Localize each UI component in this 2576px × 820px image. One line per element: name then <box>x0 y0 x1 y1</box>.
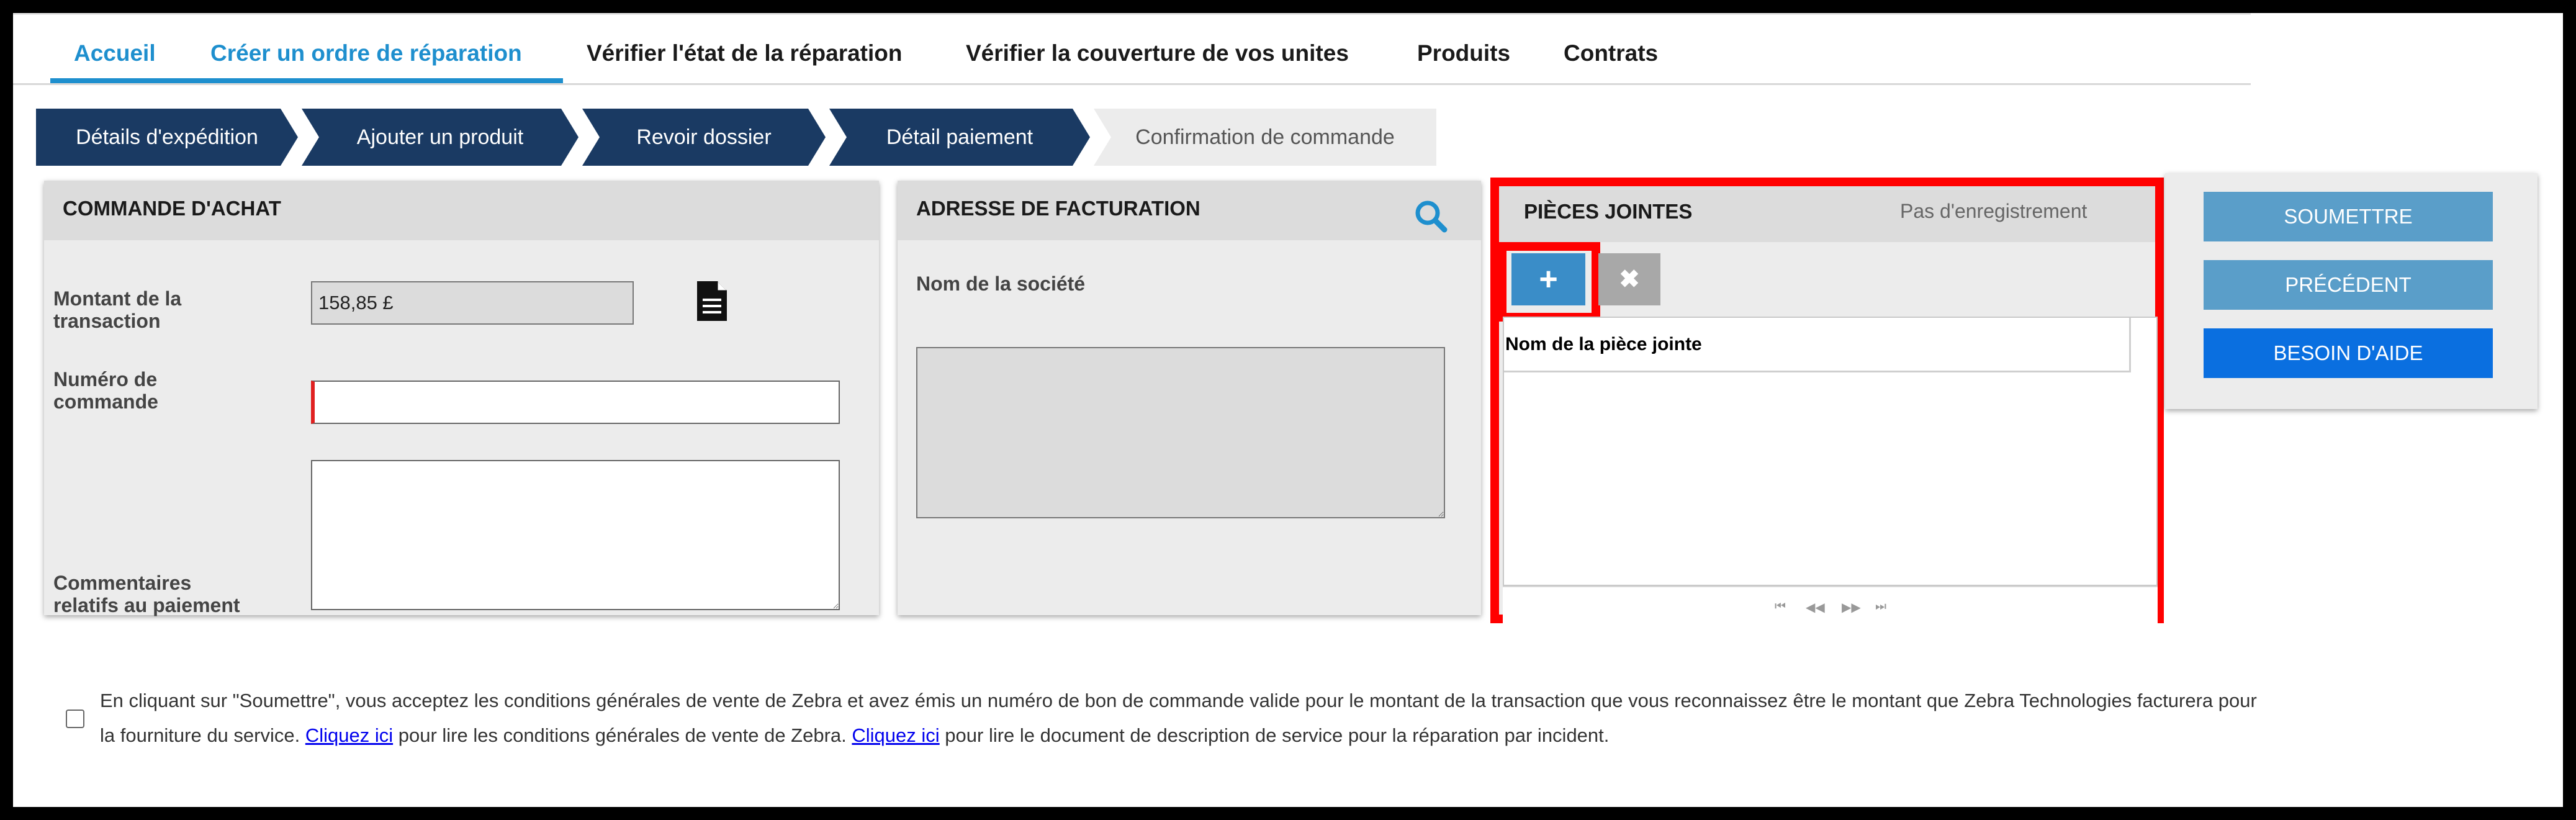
submit-button[interactable]: SOUMETTRE <box>2204 192 2493 241</box>
nav-check-coverage[interactable]: Vérifier la couverture de vos unites <box>966 29 1349 82</box>
step-review-file[interactable]: Revoir dossier <box>582 109 826 166</box>
last-page-icon[interactable]: ⏭ <box>1875 600 1886 614</box>
order-number-input[interactable] <box>311 381 840 424</box>
next-page-icon[interactable]: ▶▶ <box>1842 600 1861 615</box>
label-line: commande <box>53 390 158 413</box>
payment-comments-textarea[interactable] <box>311 460 840 610</box>
terms-text-part: pour lire les conditions générales de ve… <box>393 724 852 746</box>
panel-title: COMMANDE D'ACHAT <box>63 197 281 220</box>
checkout-steps: Détails d'expédition Ajouter un produit … <box>36 109 1436 166</box>
purchase-order-panel: COMMANDE D'ACHAT Montant de la transacti… <box>44 181 879 616</box>
previous-button[interactable]: PRÉCÉDENT <box>2204 260 2493 310</box>
comments-label: Commentaires relatifs au paiement <box>53 572 240 616</box>
amount-field: 158,85 £ <box>311 281 634 325</box>
add-attachment-button[interactable]: + <box>1511 253 1585 305</box>
attachments-panel-highlight: PIÈCES JOINTES Pas d'enregistrement + ✖ … <box>1490 178 2164 629</box>
step-label: Détails d'expédition <box>76 125 258 149</box>
remove-attachment-button[interactable]: ✖ <box>1598 253 1660 305</box>
order-number-label: Numéro de commande <box>53 368 158 413</box>
label-line: relatifs au paiement <box>53 594 240 616</box>
company-name-label: Nom de la société <box>916 273 1086 295</box>
panel-header: ADRESSE DE FACTURATION <box>898 181 1481 240</box>
step-shipping-details[interactable]: Détails d'expédition <box>36 109 298 166</box>
step-label: Revoir dossier <box>636 125 772 149</box>
attachments-grid: Nom de la pièce jointe <box>1503 317 2158 586</box>
nav-products[interactable]: Produits <box>1417 29 1510 82</box>
page-frame: Accueil Créer un ordre de réparation Vér… <box>13 13 2563 807</box>
nav-home[interactable]: Accueil <box>74 29 156 82</box>
label-line: transaction <box>53 310 161 332</box>
nav-check-repair-status[interactable]: Vérifier l'état de la réparation <box>587 29 902 82</box>
nav-create-repair-order[interactable]: Créer un ordre de réparation <box>210 29 522 82</box>
terms-link-conditions[interactable]: Cliquez ici <box>305 724 393 746</box>
step-payment-details[interactable]: Détail paiement <box>829 109 1090 166</box>
billing-address-textarea <box>916 347 1445 518</box>
document-icon[interactable] <box>696 280 728 322</box>
first-page-icon[interactable]: ⏮ <box>1775 600 1786 614</box>
step-label: Ajouter un produit <box>356 125 524 149</box>
active-tab-indicator <box>50 78 563 83</box>
attachment-name-column-header: Nom de la pièce jointe <box>1505 334 1702 354</box>
top-navigation: Accueil Créer un ordre de réparation Vér… <box>13 13 2251 85</box>
amount-label: Montant de la transaction <box>53 287 181 332</box>
label-line: Montant de la <box>53 287 182 310</box>
terms-text-part: pour lire le document de description de … <box>939 724 1610 746</box>
label-line: Commentaires <box>53 572 192 594</box>
terms-link-service-description[interactable]: Cliquez ici <box>852 724 939 746</box>
search-icon[interactable] <box>1414 199 1448 233</box>
grid-pager: ⏮ ◀◀ ▶▶ ⏭ <box>1503 586 2158 629</box>
attachments-status: Pas d'enregistrement <box>1900 200 2087 222</box>
attachments-title: PIÈCES JOINTES <box>1524 200 1693 223</box>
grid-header: Nom de la pièce jointe <box>1504 318 2131 372</box>
action-panel: SOUMETTRE PRÉCÉDENT BESOIN D'AIDE <box>2165 173 2538 409</box>
billing-address-panel: ADRESSE DE FACTURATION Nom de la société <box>898 181 1481 615</box>
terms-checkbox[interactable] <box>66 710 84 728</box>
step-label: Confirmation de commande <box>1135 125 1395 149</box>
label-line: Numéro de <box>53 368 158 390</box>
nav-contracts[interactable]: Contrats <box>1564 29 1658 82</box>
previous-page-icon[interactable]: ◀◀ <box>1806 600 1825 615</box>
panel-header: COMMANDE D'ACHAT <box>44 181 879 240</box>
panel-title: ADRESSE DE FACTURATION <box>916 197 1200 220</box>
help-button[interactable]: BESOIN D'AIDE <box>2204 328 2493 378</box>
terms-text: En cliquant sur "Soumettre", vous accept… <box>100 683 2272 753</box>
step-add-product[interactable]: Ajouter un produit <box>302 109 579 166</box>
step-order-confirmation: Confirmation de commande <box>1094 109 1436 166</box>
step-label: Détail paiement <box>886 125 1034 149</box>
